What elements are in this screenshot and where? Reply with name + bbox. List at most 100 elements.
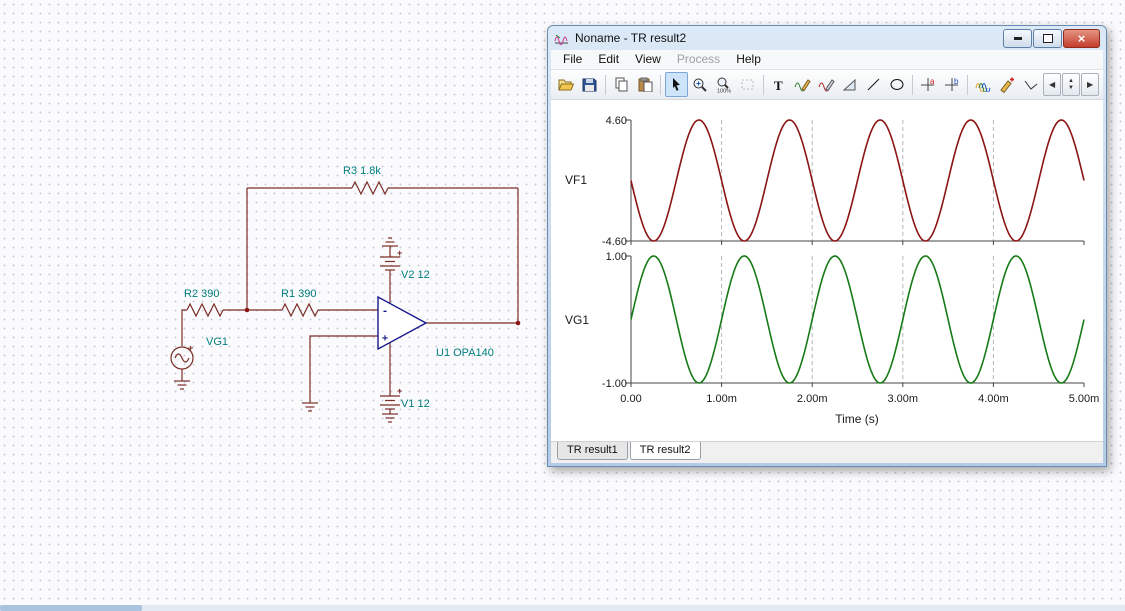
battery-v2[interactable]: + V2 12 — [380, 248, 430, 281]
opamp-minus-sign: - — [382, 306, 388, 317]
restore-icon — [1042, 33, 1053, 43]
axis-a-button[interactable]: a — [917, 72, 940, 97]
xtick-0: 0.00 — [620, 393, 641, 405]
cursor-icon — [673, 78, 681, 91]
probe-edit-alt-button[interactable] — [815, 72, 838, 97]
slope-tool-icon — [842, 78, 856, 91]
tab-tr-result2[interactable]: TR result2 — [629, 442, 701, 461]
cursor-select-button[interactable] — [665, 72, 688, 98]
corner-line-button[interactable] — [1019, 72, 1042, 97]
svg-text:b: b — [954, 77, 959, 86]
opamp-plus-sign: + — [382, 333, 388, 344]
window-client-area: File Edit View Process Help 100% T a b ◀… — [551, 50, 1103, 463]
v2-plus-sign: + — [397, 248, 402, 258]
pencil-add-icon — [1000, 77, 1015, 93]
zoom-100-icon: 100% — [717, 77, 731, 93]
schematic-canvas[interactable]: R3 1.8k R2 390 R1 390 + VG1 - + U1 OPA14… — [0, 0, 560, 500]
vg1-label: VG1 — [206, 336, 228, 348]
zoom-in-icon — [693, 78, 707, 92]
junction-dot-output — [515, 320, 521, 326]
copy-button[interactable] — [610, 72, 633, 97]
curves-button[interactable] — [972, 72, 995, 97]
resistor-r2[interactable]: R2 390 — [184, 288, 224, 318]
scrollbar-thumb[interactable] — [0, 605, 142, 611]
select-region-button[interactable] — [736, 72, 759, 97]
svg-text:100%: 100% — [717, 88, 731, 93]
ellipse-tool-button[interactable] — [886, 72, 909, 97]
select-region-icon — [741, 79, 754, 90]
xtick-5: 5.00m — [1069, 393, 1100, 405]
svg-text:a: a — [930, 77, 935, 86]
r3-label: R3 1.8k — [343, 165, 381, 177]
window-controls: × — [1003, 28, 1100, 48]
resistor-r3[interactable]: R3 1.8k — [343, 165, 389, 196]
zoom-in-button[interactable] — [689, 72, 712, 97]
slope-tool-button[interactable] — [838, 72, 861, 97]
minimize-button[interactable] — [1003, 28, 1032, 48]
probe-edit-alt-icon — [818, 79, 835, 92]
ground-vg1[interactable] — [174, 380, 190, 390]
spinner-down-icon[interactable]: ▼ — [1068, 85, 1074, 91]
minimize-icon — [1013, 36, 1022, 40]
wires[interactable] — [181, 187, 519, 414]
menu-bar: File Edit View Process Help — [551, 50, 1103, 70]
corner-line-icon — [1024, 80, 1038, 90]
title-bar[interactable]: Noname - TR result2 × — [548, 26, 1106, 50]
close-button[interactable]: × — [1063, 28, 1100, 48]
tina-app: R3 1.8k R2 390 R1 390 + VG1 - + U1 OPA14… — [0, 0, 1125, 611]
text-tool-button[interactable]: T — [768, 72, 791, 97]
axis-b-icon: b — [945, 77, 959, 91]
v2-label: V2 12 — [401, 269, 430, 281]
page-spinner[interactable]: ▲ ▼ — [1062, 73, 1081, 97]
menu-process[interactable]: Process — [669, 50, 728, 68]
line-tool-icon — [867, 78, 880, 91]
axis-b-button[interactable]: b — [941, 72, 964, 97]
tr-result-window: Noname - TR result2 × File Edit View Pro… — [547, 25, 1107, 467]
vg1-ytick-bottom: -1.00 — [602, 378, 627, 390]
menu-file[interactable]: File — [555, 50, 590, 68]
menu-edit[interactable]: Edit — [590, 50, 627, 68]
tab-tr-result1[interactable]: TR result1 — [557, 442, 628, 461]
battery-v1[interactable]: + V1 12 — [380, 386, 430, 410]
text-tool-icon: T — [774, 78, 783, 93]
u1-label: U1 OPA140 — [436, 347, 494, 359]
page-next-button[interactable]: ▶ — [1081, 73, 1100, 97]
copy-icon — [615, 77, 628, 92]
toolbar-separator — [762, 74, 764, 95]
vg1-ytick-top: 1.00 — [606, 251, 627, 263]
curves-icon — [975, 83, 991, 93]
toolbar-separator — [605, 74, 607, 95]
toolbar-separator — [912, 74, 914, 95]
open-file-button[interactable] — [555, 72, 578, 97]
opamp-u1[interactable]: - + U1 OPA140 — [377, 295, 494, 359]
vf1-label: VF1 — [565, 173, 587, 187]
ellipse-tool-icon — [890, 79, 904, 91]
vf1-ytick-bottom: -4.60 — [602, 236, 627, 248]
resistor-r1[interactable]: R1 390 — [281, 288, 319, 318]
vf1-ytick-top: 4.60 — [606, 115, 627, 127]
paste-button[interactable] — [634, 72, 657, 97]
v1-label: V1 12 — [401, 398, 430, 410]
vg1-plus-sign: + — [188, 343, 193, 353]
probe-edit-button[interactable] — [791, 72, 814, 97]
spinner-up-icon[interactable]: ▲ — [1068, 78, 1074, 84]
ground-v1[interactable] — [382, 413, 398, 423]
zoom-100-button[interactable]: 100% — [712, 72, 735, 97]
save-button[interactable] — [579, 72, 602, 97]
horizontal-scrollbar[interactable] — [0, 605, 1125, 611]
menu-help[interactable]: Help — [728, 50, 769, 68]
page-prev-button[interactable]: ◀ — [1043, 73, 1062, 97]
menu-view[interactable]: View — [627, 50, 669, 68]
line-tool-button[interactable] — [862, 72, 885, 97]
ground-v2[interactable] — [382, 237, 398, 250]
pencil-add-button[interactable] — [996, 72, 1019, 97]
toolbar-separator — [967, 74, 969, 95]
axes-vg1 — [625, 255, 1085, 388]
v1-plus-sign: + — [397, 386, 402, 396]
result-tabs: TR result1 TR result2 — [551, 441, 1103, 463]
ground-noninverting[interactable] — [302, 402, 318, 412]
source-vg1[interactable]: + VG1 — [170, 336, 228, 370]
restore-button[interactable] — [1033, 28, 1062, 48]
probe-edit-icon — [794, 79, 811, 92]
xtick-1: 1.00m — [706, 393, 737, 405]
